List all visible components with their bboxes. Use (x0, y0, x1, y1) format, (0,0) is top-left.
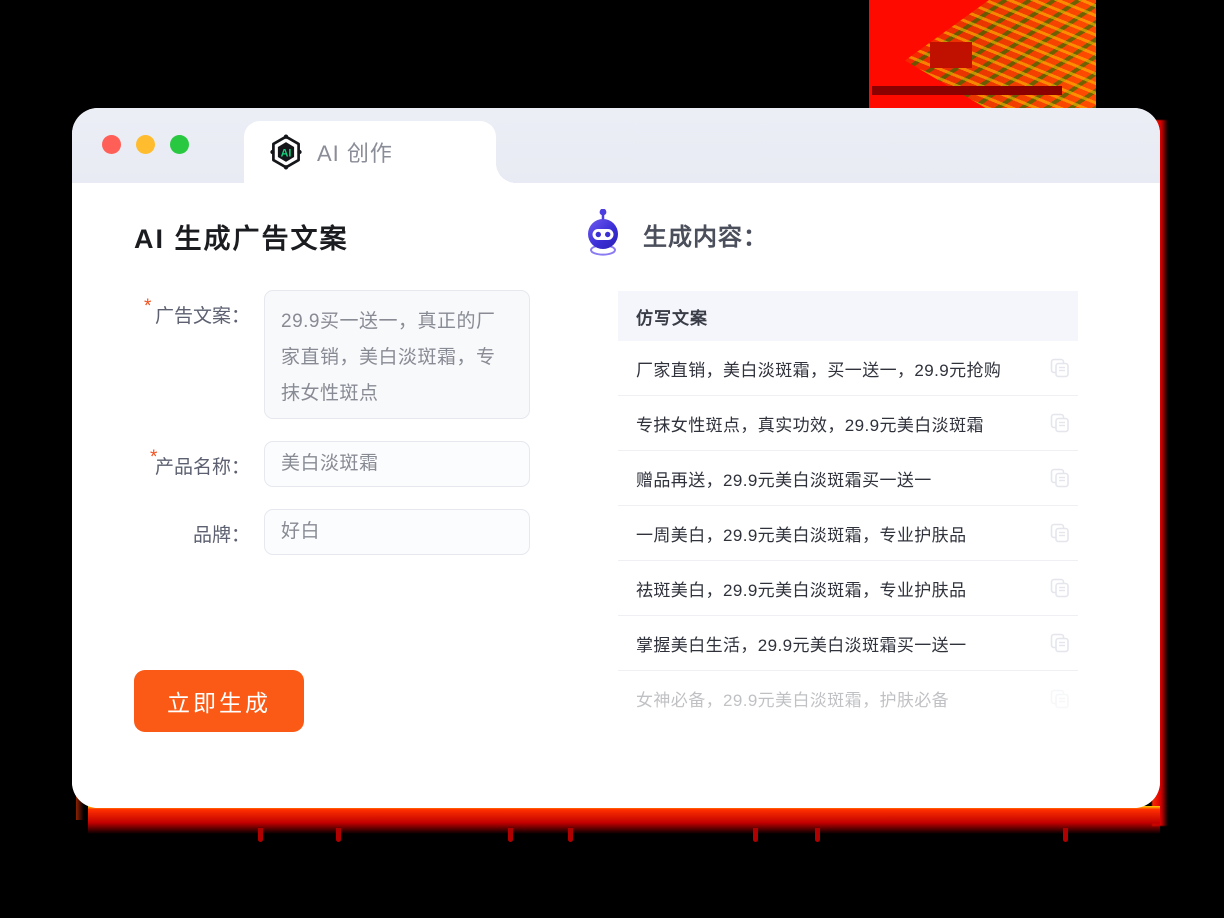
form-pane: AI 生成广告文案 * 广告文案： 29.9买一送一，真正的厂家直销，美白淡斑霜… (72, 183, 572, 808)
row-text: 一周美白，29.9元美白淡斑霜，专业护肤品 (636, 525, 967, 545)
brand-input[interactable]: 好白 (264, 509, 530, 555)
traffic-lights (102, 135, 189, 154)
maximize-button[interactable] (170, 135, 189, 154)
table-row[interactable]: 2 专抹女性斑点，真实功效，29.9元美白淡斑霜 (618, 396, 1078, 451)
row-text: 赠品再送，29.9元美白淡斑霜买一送一 (636, 470, 932, 490)
minimize-button[interactable] (136, 135, 155, 154)
field-product-name: * 产品名称： 美白淡斑霜 (134, 441, 572, 487)
required-asterisk: * (150, 447, 158, 468)
window-bottom-drips (88, 828, 1160, 844)
row-text: 厂家直销，美白淡斑霜，买一送一，29.9元抢购 (636, 360, 1002, 380)
results-pane: 生成内容： 仿写文案 1 厂家直销，美白淡斑霜，买一送一，29.9元抢购 (572, 183, 1160, 808)
row-text: 祛斑美白，29.9元美白淡斑霜，专业护肤品 (636, 580, 967, 600)
page-title: AI 生成广告文案 (134, 224, 349, 254)
required-asterisk: * (144, 296, 152, 317)
table-row[interactable]: 3 赠品再送，29.9元美白淡斑霜买一送一 (618, 451, 1078, 506)
copy-icon[interactable] (1050, 689, 1070, 709)
results-table: 仿写文案 1 厂家直销，美白淡斑霜，买一送一，29.9元抢购 (618, 291, 1078, 749)
copy-icon[interactable] (1050, 358, 1070, 378)
table-row[interactable]: 1 厂家直销，美白淡斑霜，买一送一，29.9元抢购 (618, 341, 1078, 396)
row-text: 专抹女性斑点，真实功效，29.9元美白淡斑霜 (636, 415, 984, 435)
field-label-text: 品牌： (192, 525, 250, 546)
decorative-dark-bar (872, 86, 1062, 95)
copy-icon[interactable] (1050, 578, 1070, 598)
robot-head-icon (580, 208, 626, 259)
close-button[interactable] (102, 135, 121, 154)
copy-icon[interactable] (1050, 633, 1070, 653)
table-rows-viewport: 1 厂家直销，美白淡斑霜，买一送一，29.9元抢购 (618, 341, 1078, 749)
table-row[interactable]: 5 祛斑美白，29.9元美白淡斑霜，专业护肤品 (618, 561, 1078, 616)
product-name-input[interactable]: 美白淡斑霜 (264, 441, 530, 487)
copy-icon[interactable] (1050, 413, 1070, 433)
copy-icon[interactable] (1050, 468, 1070, 488)
field-label-product-name: * 产品名称： (134, 441, 264, 487)
results-header: 生成内容： (572, 208, 1132, 259)
copy-icon[interactable] (1050, 523, 1070, 543)
svg-text:AI: AI (281, 148, 292, 160)
table-row[interactable]: 4 一周美白，29.9元美白淡斑霜，专业护肤品 (618, 506, 1078, 561)
field-ad-copy: * 广告文案： 29.9买一送一，真正的厂家直销，美白淡斑霜，专抹女性斑点 (134, 290, 572, 419)
row-text: 掌握美白生活，29.9元美白淡斑霜买一送一 (636, 635, 967, 655)
window-body: AI 生成广告文案 * 广告文案： 29.9买一送一，真正的厂家直销，美白淡斑霜… (72, 183, 1160, 808)
row-text: 女神必备，29.9元美白淡斑霜，护肤必备 (636, 691, 950, 710)
tab-ai-creation[interactable]: AI AI 创作 (244, 121, 516, 183)
field-label-text: 产品名称： (154, 457, 250, 478)
field-label-text: 广告文案： (154, 306, 250, 327)
ad-copy-textarea[interactable]: 29.9买一送一，真正的厂家直销，美白淡斑霜，专抹女性斑点 (264, 290, 530, 419)
field-brand: 品牌： 好白 (134, 509, 572, 555)
ai-hexagon-icon: AI (268, 134, 304, 170)
decorative-dark-square (930, 42, 972, 68)
table-row[interactable]: 6 掌握美白生活，29.9元美白淡斑霜买一送一 (618, 616, 1078, 671)
tab-label: AI 创作 (317, 141, 393, 166)
results-title: 生成内容： (643, 223, 768, 251)
screenshot-root: AI AI 创作 AI 生成广告文案 * 广告文案： 29.9买一送一，真正的厂… (0, 0, 1224, 918)
title-bar: AI AI 创作 (72, 108, 1160, 183)
app-window: AI AI 创作 AI 生成广告文案 * 广告文案： 29.9买一送一，真正的厂… (72, 108, 1160, 808)
field-label-brand: 品牌： (134, 509, 264, 555)
field-label-ad-copy: * 广告文案： (134, 290, 264, 419)
generate-button[interactable]: 立即生成 (134, 670, 304, 732)
table-row[interactable]: 7 女神必备，29.9元美白淡斑霜，护肤必备 (618, 671, 1078, 726)
table-column-header: 仿写文案 (618, 291, 1078, 341)
